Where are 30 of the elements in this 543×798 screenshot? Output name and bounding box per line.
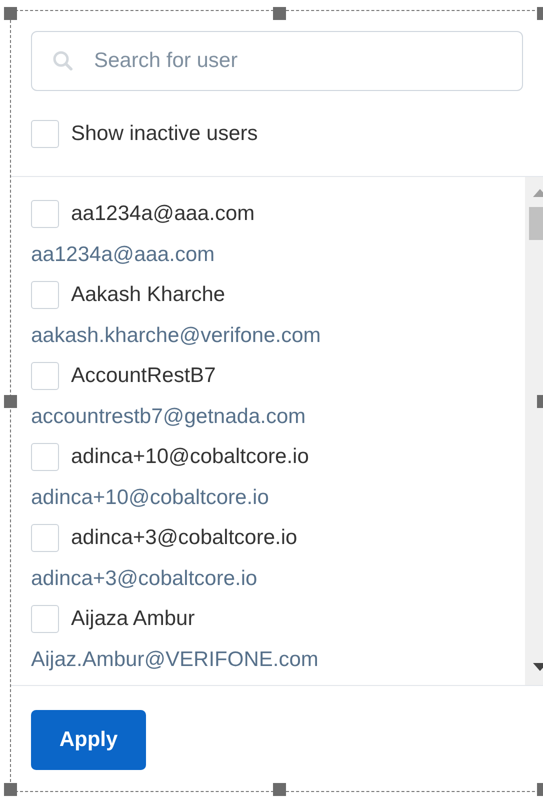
selection-handle[interactable] — [273, 783, 286, 796]
user-email: aa1234a@aaa.com — [31, 242, 215, 268]
user-email: accountrestb7@getnada.com — [31, 404, 306, 430]
user-email: adinca+10@cobaltcore.io — [31, 485, 269, 511]
selection-handle[interactable] — [4, 783, 17, 796]
user-name: adinca+10@cobaltcore.io — [71, 444, 309, 470]
selection-handle[interactable] — [273, 7, 286, 20]
user-name: Aijaza Ambur — [71, 606, 195, 632]
user-email: aakash.kharche@verifone.com — [31, 323, 321, 349]
scroll-up-icon[interactable] — [533, 189, 543, 197]
scroll-down-icon[interactable] — [533, 663, 543, 671]
selection-handle[interactable] — [4, 7, 17, 20]
checkbox[interactable] — [31, 605, 59, 633]
user-name: aa1234a@aaa.com — [71, 201, 255, 228]
user-name: adinca+3@cobaltcore.io — [71, 525, 298, 552]
checkbox[interactable] — [31, 524, 59, 552]
checkbox[interactable] — [31, 200, 59, 228]
search-field[interactable]: Search for user — [31, 31, 523, 91]
checkbox[interactable] — [31, 362, 59, 390]
user-name: Aakash Kharche — [71, 282, 226, 308]
checkbox[interactable] — [31, 281, 59, 309]
checkbox[interactable] — [31, 120, 59, 148]
user-email: Aijaz.Ambur@VERIFONE.com — [31, 647, 318, 673]
selection-handle[interactable] — [4, 395, 17, 408]
user-email: adinca+3@cobaltcore.io — [31, 566, 258, 592]
search-icon — [51, 49, 75, 73]
checkbox[interactable] — [31, 443, 59, 471]
checkbox-label: Show inactive users — [71, 121, 258, 148]
apply-button[interactable]: Apply — [31, 710, 146, 770]
user-name: AccountRestB7 — [71, 363, 216, 390]
